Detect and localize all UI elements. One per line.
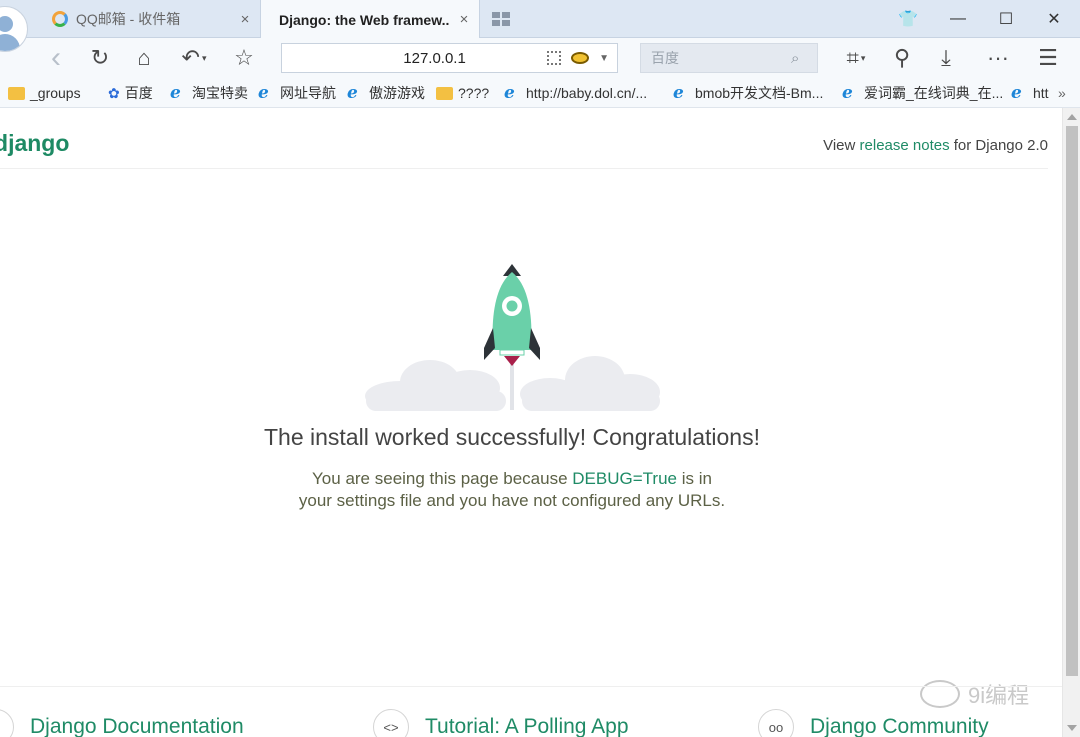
screenshot-icon[interactable]: ⌗ ▾	[836, 42, 876, 74]
translate-icon[interactable]: ⚲	[886, 42, 918, 74]
tutorial-link[interactable]: <> Tutorial: A Polling App	[373, 709, 629, 737]
rocket-icon	[484, 264, 540, 366]
new-tab-icon[interactable]	[492, 12, 510, 26]
bookmark-item[interactable]: ✿ 百度	[108, 83, 153, 103]
home-icon[interactable]: ⌂	[128, 42, 160, 74]
tab-title: QQ邮箱 - 收件箱	[76, 11, 181, 27]
bookmark-item[interactable]: e 淘宝特卖	[170, 83, 248, 103]
bookmarks-bar: _groups ✿ 百度 e 淘宝特卖 e 网址导航 e 傲游游戏 ???? e…	[0, 78, 1080, 108]
release-notes-text: View release notes for Django 2.0	[823, 137, 1048, 154]
favorite-star-icon[interactable]: ☆	[228, 42, 260, 74]
ie-icon: e	[258, 82, 269, 103]
search-input[interactable]: 百度 ⌕	[640, 43, 818, 73]
more-icon[interactable]: ···	[978, 42, 1018, 74]
download-icon[interactable]: ⤓	[930, 42, 962, 74]
url-text[interactable]: 127.0.0.1	[282, 50, 547, 67]
bookmarks-overflow-icon[interactable]: »	[1058, 83, 1066, 103]
vertical-scrollbar[interactable]	[1062, 108, 1080, 737]
ie-icon: e	[673, 82, 684, 103]
address-bar[interactable]: 127.0.0.1 ▼	[281, 43, 618, 73]
back-icon[interactable]: ‹	[40, 41, 72, 74]
django-logo[interactable]: django	[0, 130, 69, 157]
baidu-paw-icon: ✿	[108, 84, 120, 101]
debug-flag: DEBUG=True	[572, 469, 677, 488]
bee-icon[interactable]	[571, 52, 590, 64]
qq-mail-icon	[52, 11, 68, 27]
tab-title: Django: the Web framew...	[279, 11, 449, 28]
scroll-down-arrow[interactable]	[1067, 725, 1077, 731]
bookmark-item[interactable]: e bmob开发文档-Bm...	[673, 83, 823, 103]
maximize-button[interactable]: ☐	[982, 0, 1030, 38]
skin-icon[interactable]: 👕	[884, 0, 932, 38]
cloud-left	[365, 360, 506, 411]
bookmark-item[interactable]: e 网址导航	[258, 83, 336, 103]
menu-icon[interactable]: ☰	[1032, 42, 1064, 74]
code-icon: <>	[373, 709, 409, 737]
search-icon[interactable]: ⌕	[791, 50, 817, 67]
release-notes-link[interactable]: release notes	[860, 137, 950, 154]
tab-qq-mail[interactable]: QQ邮箱 - 收件箱 ×	[40, 0, 260, 38]
community-link[interactable]: oo Django Community	[758, 709, 989, 737]
bookmark-item[interactable]: e htt	[1011, 83, 1053, 103]
cloud-right	[520, 356, 660, 411]
success-headline: The install worked successfully! Congrat…	[263, 424, 760, 450]
page-header: django View release notes for Django 2.0	[0, 108, 1048, 169]
web-page: django View release notes for Django 2.0	[0, 108, 1062, 737]
scroll-thumb[interactable]	[1066, 126, 1078, 676]
undo-close-icon[interactable]: ↶ ▾	[174, 42, 214, 74]
bookmark-item[interactable]: e 爱词霸_在线词典_在...	[842, 83, 1003, 103]
minimize-button[interactable]: —	[934, 0, 982, 38]
ie-icon: e	[842, 82, 853, 103]
close-tab-icon[interactable]: ×	[230, 11, 260, 28]
search-placeholder: 百度	[651, 50, 679, 66]
navigation-toolbar: ‹ ↻ ⌂ ↶ ▾ ☆ 127.0.0.1 ▼ 百度 ⌕ ⌗ ▾ ⚲ ⤓ ··· ☰	[0, 38, 1080, 78]
scroll-up-arrow[interactable]	[1067, 114, 1077, 120]
title-bar: QQ邮箱 - 收件箱 × Django: the Web framew... ×…	[0, 0, 1080, 52]
close-window-button[interactable]: ✕	[1030, 0, 1078, 38]
rocket-illustration	[360, 256, 670, 426]
community-icon: oo	[758, 709, 794, 737]
bookmark-item[interactable]: ????	[436, 83, 489, 103]
bookmark-item[interactable]: e http://baby.dol.cn/...	[504, 83, 647, 103]
ie-icon: e	[504, 82, 515, 103]
book-icon	[0, 709, 14, 737]
docs-link[interactable]: Django Documentation	[0, 709, 244, 737]
refresh-icon[interactable]: ↻	[84, 42, 116, 74]
qr-code-icon[interactable]	[547, 51, 562, 65]
ie-icon: e	[1011, 83, 1022, 103]
success-description: You are seeing this page because DEBUG=T…	[298, 469, 726, 510]
folder-icon	[8, 86, 25, 100]
ie-icon: e	[170, 82, 181, 103]
bookmark-item[interactable]: _groups	[8, 83, 81, 103]
close-tab-icon[interactable]: ×	[449, 11, 479, 28]
ie-icon: e	[347, 82, 358, 103]
bookmark-item[interactable]: e 傲游游戏	[347, 83, 425, 103]
page-footer: Django Documentation <> Tutorial: A Poll…	[0, 686, 1062, 737]
tab-django[interactable]: Django: the Web framew... ×	[260, 0, 480, 39]
chevron-down-icon[interactable]: ▼	[599, 53, 609, 64]
folder-icon	[436, 86, 453, 100]
